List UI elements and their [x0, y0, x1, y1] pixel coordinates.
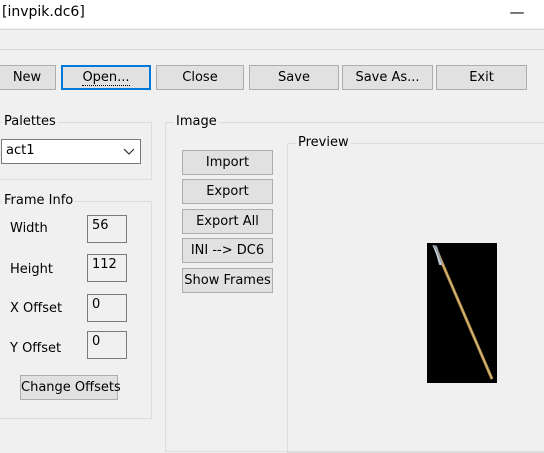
palette-select[interactable]: act1 [1, 139, 141, 164]
export-button[interactable]: Export [182, 179, 273, 204]
ini-to-dc6-button[interactable]: INI --> DC6 [182, 238, 273, 263]
save-as-button[interactable]: Save As... [342, 65, 433, 90]
window-title: [invpik.dc6] [2, 4, 85, 20]
chevron-down-icon [123, 148, 135, 155]
import-button[interactable]: Import [182, 150, 273, 175]
height-field[interactable]: 112 [87, 254, 127, 282]
width-field[interactable]: 56 [87, 215, 127, 243]
y-offset-label: Y Offset [10, 341, 62, 356]
image-legend: Image [174, 114, 219, 129]
minimize-button[interactable]: — [504, 0, 530, 26]
preview-canvas [427, 243, 497, 383]
height-label: Height [10, 262, 53, 277]
frame-info-legend: Frame Info [2, 193, 76, 208]
open-button[interactable]: Open... [61, 65, 151, 90]
palettes-legend: Palettes [2, 114, 58, 129]
show-frames-button[interactable]: Show Frames [182, 268, 273, 293]
export-all-button[interactable]: Export All [182, 209, 273, 234]
title-bar: [invpik.dc6] — [0, 0, 544, 28]
close-button[interactable]: Close [156, 65, 244, 90]
x-offset-label: X Offset [10, 301, 63, 316]
new-button[interactable]: New [0, 65, 56, 90]
preview-legend: Preview [296, 135, 351, 150]
y-offset-field[interactable]: 0 [87, 331, 127, 359]
palette-selected-value: act1 [6, 143, 35, 158]
change-offsets-button[interactable]: Change Offsets [20, 375, 121, 400]
save-button[interactable]: Save [249, 65, 339, 90]
exit-button[interactable]: Exit [436, 65, 527, 90]
width-label: Width [10, 221, 48, 236]
divider [0, 29, 544, 30]
x-offset-field[interactable]: 0 [87, 294, 127, 322]
spear-icon [432, 244, 494, 380]
divider [0, 49, 544, 50]
preview-group [287, 143, 544, 453]
